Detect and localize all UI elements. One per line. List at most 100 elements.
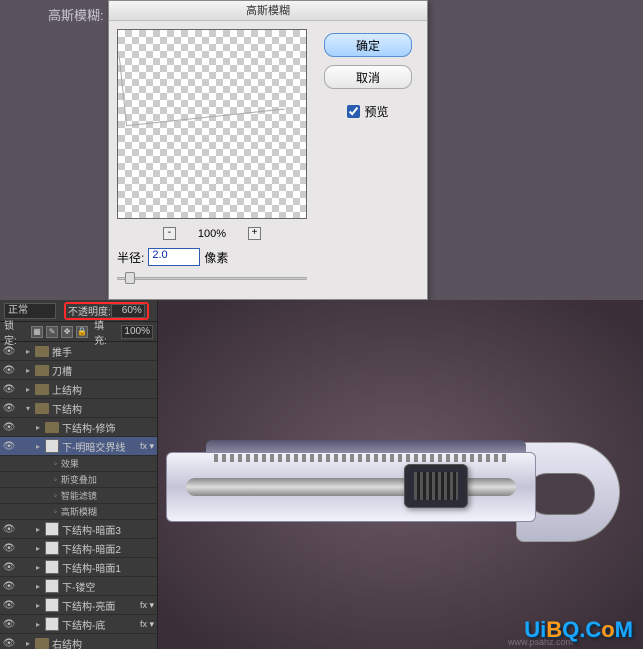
visibility-toggle-icon[interactable]: 👁 bbox=[2, 543, 16, 554]
layer-name-label: 下结构-亮面 bbox=[62, 598, 140, 613]
layer-name-label: 下结构-修饰 bbox=[62, 420, 157, 435]
layer-row[interactable]: 👁 ▸ 下-明暗交界线fx ▾ bbox=[0, 437, 157, 456]
expand-icon[interactable]: ▸ bbox=[36, 423, 45, 432]
expand-icon[interactable]: ▸ bbox=[36, 525, 45, 534]
preview-canvas[interactable] bbox=[117, 29, 307, 219]
zoom-in-button[interactable]: + bbox=[248, 227, 261, 240]
expand-icon[interactable]: ▸ bbox=[36, 442, 45, 451]
watermark: UiBQ.CoM bbox=[524, 617, 633, 643]
layer-name-label: 下-明暗交界线 bbox=[62, 439, 140, 454]
layer-thumbnail bbox=[45, 598, 59, 612]
expand-icon[interactable]: ▸ bbox=[36, 544, 45, 553]
radius-unit: 像素 bbox=[204, 249, 228, 266]
radius-label: 半径: bbox=[117, 249, 144, 266]
layer-effect[interactable]: ◦斯变叠加 bbox=[0, 472, 157, 488]
layer-name-label: 右结构 bbox=[52, 636, 157, 649]
layer-row[interactable]: 👁 ▸ 下结构-亮面fx ▾ bbox=[0, 596, 157, 615]
layer-row[interactable]: 👁 ▾ 下结构 bbox=[0, 399, 157, 418]
knife-illustration bbox=[166, 440, 620, 550]
fx-badge[interactable]: fx ▾ bbox=[140, 600, 157, 611]
layer-name-label: 刀槽 bbox=[52, 363, 157, 378]
layer-row[interactable]: 👁 ▸ 推手 bbox=[0, 342, 157, 361]
layer-name-label: 下结构 bbox=[52, 401, 157, 416]
preview-checkbox-row[interactable]: 预览 bbox=[347, 103, 388, 120]
layer-thumbnail bbox=[45, 439, 59, 453]
layer-row[interactable]: 👁 ▸ 下结构-暗面3 bbox=[0, 520, 157, 539]
expand-icon[interactable]: ▸ bbox=[26, 385, 35, 394]
visibility-toggle-icon[interactable]: 👁 bbox=[2, 619, 16, 630]
expand-icon[interactable]: ▸ bbox=[26, 366, 35, 375]
context-label: 高斯模糊: bbox=[48, 5, 104, 24]
visibility-toggle-icon[interactable]: 👁 bbox=[2, 524, 16, 535]
preview-checkbox-label: 预览 bbox=[364, 103, 388, 120]
layer-thumbnail bbox=[45, 541, 59, 555]
expand-icon[interactable]: ▸ bbox=[26, 347, 35, 356]
radius-slider[interactable] bbox=[117, 272, 307, 286]
layer-thumbnail bbox=[45, 560, 59, 574]
expand-icon[interactable]: ▸ bbox=[36, 582, 45, 591]
layer-name-label: 下结构-暗面2 bbox=[62, 541, 157, 556]
layers-panel: 正常 不透明度: 60% 锁定: ▦ ✎ ✥ 🔒 填充: 100% 👁▸推手👁▸… bbox=[0, 300, 158, 649]
visibility-toggle-icon[interactable]: 👁 bbox=[2, 600, 16, 611]
layer-thumbnail bbox=[45, 522, 59, 536]
visibility-toggle-icon[interactable]: 👁 bbox=[2, 403, 16, 414]
fill-input[interactable]: 100% bbox=[121, 325, 153, 339]
gaussian-blur-dialog: 高斯模糊 - 100% + 半径: 2.0 像素 确定 取消 bbox=[108, 0, 428, 300]
layer-effect[interactable]: ◦效果 bbox=[0, 456, 157, 472]
preview-checkbox[interactable] bbox=[347, 105, 360, 118]
layer-list[interactable]: 👁▸推手👁▸刀槽👁▸上结构👁▾下结构👁▸下结构-修饰👁▸下-明暗交界线fx ▾◦… bbox=[0, 342, 157, 649]
layer-name-label: 下-镂空 bbox=[62, 579, 157, 594]
visibility-toggle-icon[interactable]: 👁 bbox=[2, 562, 16, 573]
layer-name-label: 下结构-暗面3 bbox=[62, 522, 157, 537]
visibility-toggle-icon[interactable]: 👁 bbox=[2, 422, 16, 433]
lock-position-icon[interactable]: ✥ bbox=[61, 326, 73, 338]
cancel-button[interactable]: 取消 bbox=[324, 65, 412, 89]
visibility-toggle-icon[interactable]: 👁 bbox=[2, 441, 16, 452]
visibility-toggle-icon[interactable]: 👁 bbox=[2, 638, 16, 649]
folder-icon bbox=[35, 365, 49, 376]
folder-icon bbox=[35, 346, 49, 357]
folder-icon bbox=[35, 384, 49, 395]
fx-badge[interactable]: fx ▾ bbox=[140, 619, 157, 630]
visibility-toggle-icon[interactable]: 👁 bbox=[2, 581, 16, 592]
layer-row[interactable]: 👁 ▸ 下结构-暗面1 bbox=[0, 558, 157, 577]
folder-icon bbox=[45, 422, 59, 433]
fx-badge[interactable]: fx ▾ bbox=[140, 441, 157, 452]
layer-row[interactable]: 👁 ▸ 上结构 bbox=[0, 380, 157, 399]
layer-row[interactable]: 👁 ▸ 下-镂空 bbox=[0, 577, 157, 596]
layer-effect[interactable]: ◦智能滤镜 bbox=[0, 488, 157, 504]
lock-transparent-icon[interactable]: ▦ bbox=[31, 326, 43, 338]
layer-name-label: 推手 bbox=[52, 344, 157, 359]
folder-icon bbox=[35, 638, 49, 649]
layer-row[interactable]: 👁 ▸ 下结构-底fx ▾ bbox=[0, 615, 157, 634]
layer-name-label: 下结构-底 bbox=[62, 617, 140, 632]
layer-name-label: 下结构-暗面1 bbox=[62, 560, 157, 575]
visibility-toggle-icon[interactable]: 👁 bbox=[2, 346, 16, 357]
layer-effect[interactable]: ◦高斯模糊 bbox=[0, 504, 157, 520]
layer-row[interactable]: 👁 ▸ 刀槽 bbox=[0, 361, 157, 380]
layer-row[interactable]: 👁 ▸ 右结构 bbox=[0, 634, 157, 649]
dialog-title: 高斯模糊 bbox=[109, 1, 427, 21]
layer-row[interactable]: 👁 ▸ 下结构-暗面2 bbox=[0, 539, 157, 558]
expand-icon[interactable]: ▾ bbox=[26, 404, 35, 413]
radius-input[interactable]: 2.0 bbox=[148, 248, 200, 266]
layer-name-label: 上结构 bbox=[52, 382, 157, 397]
expand-icon[interactable]: ▸ bbox=[36, 620, 45, 629]
expand-icon[interactable]: ▸ bbox=[36, 563, 45, 572]
folder-icon bbox=[35, 403, 49, 414]
ok-button[interactable]: 确定 bbox=[324, 33, 412, 57]
expand-icon[interactable]: ▸ bbox=[36, 601, 45, 610]
canvas-area[interactable]: www.psahz.com UiBQ.CoM bbox=[158, 300, 643, 649]
opacity-input[interactable]: 60% bbox=[111, 304, 145, 318]
lock-all-icon[interactable]: 🔒 bbox=[76, 326, 88, 338]
layer-row[interactable]: 👁 ▸ 下结构-修饰 bbox=[0, 418, 157, 437]
zoom-value: 100% bbox=[198, 228, 226, 240]
visibility-toggle-icon[interactable]: 👁 bbox=[2, 365, 16, 376]
slider-thumb[interactable] bbox=[125, 272, 135, 284]
layer-thumbnail bbox=[45, 617, 59, 631]
lock-pixels-icon[interactable]: ✎ bbox=[46, 326, 58, 338]
zoom-out-button[interactable]: - bbox=[163, 227, 176, 240]
expand-icon[interactable]: ▸ bbox=[26, 639, 35, 648]
visibility-toggle-icon[interactable]: 👁 bbox=[2, 384, 16, 395]
layer-thumbnail bbox=[45, 579, 59, 593]
